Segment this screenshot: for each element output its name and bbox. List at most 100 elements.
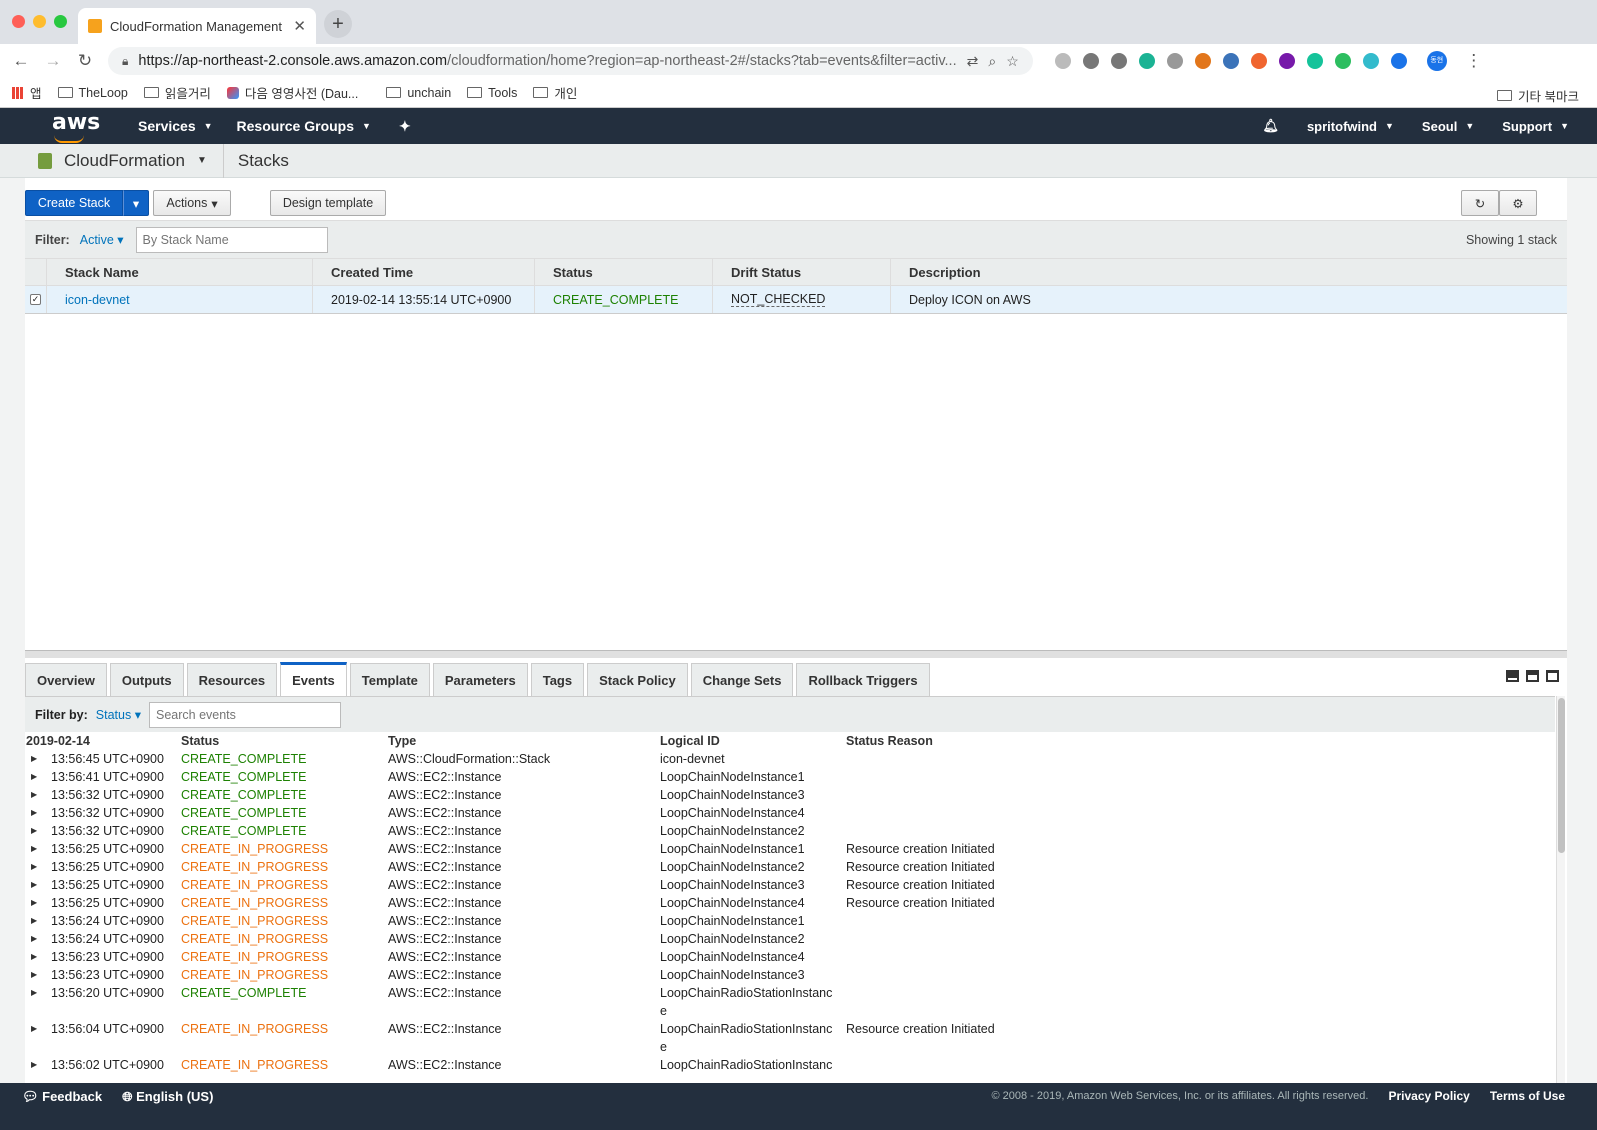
expand-triangle-icon[interactable]: ▶ <box>31 1056 37 1074</box>
create-stack-button[interactable]: Create Stack <box>25 190 123 216</box>
event-row[interactable]: ▶ 13:56:32 UTC+0900 CREATE_COMPLETE AWS::EC… <box>25 804 1555 822</box>
url-text[interactable]: https://ap-northeast-2.console.aws.amazo… <box>138 53 956 69</box>
event-row[interactable]: ▶ 13:56:32 UTC+0900 CREATE_COMPLETE AWS::EC… <box>25 822 1555 840</box>
drift-status[interactable]: NOT_CHECKED <box>713 286 891 313</box>
support-menu[interactable]: Support ▼ <box>1502 119 1569 134</box>
table-row[interactable]: ✓ icon-devnet 2019-02-14 13:55:14 UTC+09… <box>25 286 1567 314</box>
event-row[interactable]: ▶ 13:56:25 UTC+0900 CREATE_IN_PROGRESS AWS:… <box>25 858 1555 876</box>
bookmark-star-icon[interactable]: ☆ <box>1006 53 1019 70</box>
column-header[interactable]: Description <box>891 259 1567 285</box>
expand-triangle-icon[interactable]: ▶ <box>31 930 37 948</box>
event-row[interactable]: ▶ 13:56:32 UTC+0900 CREATE_COMPLETE AWS::EC… <box>25 786 1555 804</box>
event-row[interactable]: ▶ 13:56:25 UTC+0900 CREATE_IN_PROGRESS AWS:… <box>25 876 1555 894</box>
event-row[interactable]: ▶ 13:56:25 UTC+0900 CREATE_IN_PROGRESS AWS:… <box>25 894 1555 912</box>
event-row[interactable]: ▶ 13:56:23 UTC+0900 CREATE_IN_PROGRESS AWS:… <box>25 966 1555 984</box>
expand-triangle-icon[interactable]: ▶ <box>31 1020 37 1038</box>
expand-triangle-icon[interactable]: ▶ <box>31 966 37 984</box>
extension-icon[interactable] <box>1362 53 1379 69</box>
scrollbar-thumb[interactable] <box>1558 698 1565 853</box>
bookmark-unchain[interactable]: unchain <box>386 86 451 100</box>
close-tab-icon[interactable]: ✕ <box>293 17 306 35</box>
column-header[interactable]: Stack Name <box>47 259 313 285</box>
expand-triangle-icon[interactable]: ▶ <box>31 876 37 894</box>
expand-triangle-icon[interactable]: ▶ <box>31 822 37 840</box>
reload-icon[interactable]: ↻ <box>72 51 98 71</box>
tab-rollback-triggers[interactable]: Rollback Triggers <box>796 663 930 696</box>
refresh-icon[interactable]: ↻ <box>1461 190 1499 216</box>
tab-overview[interactable]: Overview <box>25 663 107 696</box>
bookmark-reading[interactable]: 읽을거리 <box>143 83 211 102</box>
account-menu[interactable]: spritofwind ▼ <box>1307 119 1394 134</box>
design-template-button[interactable]: Design template <box>270 190 386 216</box>
filter-status-dropdown[interactable]: Active ▾ <box>80 232 124 247</box>
expand-triangle-icon[interactable]: ▶ <box>31 804 37 822</box>
extension-icon[interactable] <box>1222 53 1239 69</box>
event-row[interactable]: ▶ 13:56:02 UTC+0900 CREATE_IN_PROGRESS AWS:… <box>25 1056 1555 1074</box>
bookmark-tools[interactable]: Tools <box>467 86 517 100</box>
zoom-icon[interactable]: ⌕ <box>988 53 996 70</box>
back-icon[interactable]: ← <box>8 51 34 71</box>
privacy-policy-link[interactable]: Privacy Policy <box>1388 1089 1469 1103</box>
address-bar[interactable]: 🔒︎ https://ap-northeast-2.console.aws.am… <box>108 47 1033 75</box>
tab-outputs[interactable]: Outputs <box>109 663 184 696</box>
event-row[interactable]: ▶ 13:56:20 UTC+0900 CREATE_COMPLETE AWS::EC… <box>25 984 1555 1020</box>
row-checkbox[interactable]: ✓ <box>25 286 47 313</box>
event-row[interactable]: ▶ 13:56:24 UTC+0900 CREATE_IN_PROGRESS AWS:… <box>25 912 1555 930</box>
event-row[interactable]: ▶ 13:56:04 UTC+0900 CREATE_IN_PROGRESS AWS:… <box>25 1020 1555 1056</box>
extension-icon[interactable] <box>1278 53 1295 69</box>
aws-logo[interactable]: aws <box>52 112 102 143</box>
profile-avatar[interactable]: 동현 <box>1426 51 1447 71</box>
stack-name-search-input[interactable] <box>135 226 328 253</box>
extension-icon[interactable] <box>1334 53 1351 69</box>
expand-triangle-icon[interactable]: ▶ <box>31 948 37 966</box>
extension-icon[interactable] <box>1082 53 1099 69</box>
create-stack-dropdown-icon[interactable]: ▾ <box>123 190 149 216</box>
browser-menu-icon[interactable]: ⋮ <box>1461 51 1487 71</box>
bookmark-other[interactable]: 기타 북마크 <box>1497 86 1579 105</box>
notifications-bell-icon[interactable]: 🔔︎ <box>1262 118 1279 134</box>
maximize-window-button[interactable] <box>54 15 67 28</box>
stack-name-link[interactable]: icon-devnet <box>47 286 313 313</box>
column-header[interactable]: Drift Status <box>713 259 891 285</box>
close-window-button[interactable] <box>12 15 25 28</box>
bookmark-apps[interactable]: 앱 <box>12 83 42 102</box>
resource-groups-menu[interactable]: Resource Groups ▼ <box>237 118 371 134</box>
tab-tags[interactable]: Tags <box>530 663 585 696</box>
service-menu[interactable]: CloudFormation ▼ <box>38 143 224 178</box>
region-menu[interactable]: Seoul ▼ <box>1422 119 1474 134</box>
expand-triangle-icon[interactable]: ▶ <box>31 894 37 912</box>
event-row[interactable]: ▶ 13:56:24 UTC+0900 CREATE_IN_PROGRESS AWS:… <box>25 930 1555 948</box>
panel-half-icon[interactable] <box>1526 670 1539 682</box>
feedback-link[interactable]: 💬︎ Feedback <box>22 1089 102 1105</box>
services-menu[interactable]: Services ▼ <box>138 118 213 134</box>
pin-icon[interactable]: ✦ <box>399 118 411 135</box>
expand-triangle-icon[interactable]: ▶ <box>31 858 37 876</box>
expand-triangle-icon[interactable]: ▶ <box>31 840 37 858</box>
tab-events[interactable]: Events <box>280 662 347 696</box>
browser-tab[interactable]: CloudFormation Management C ✕ <box>78 8 316 44</box>
actions-button[interactable]: Actions ▾ <box>153 190 231 216</box>
expand-triangle-icon[interactable]: ▶ <box>31 984 37 1002</box>
expand-triangle-icon[interactable]: ▶ <box>31 750 37 768</box>
extension-icon[interactable] <box>1166 53 1183 69</box>
expand-triangle-icon[interactable]: ▶ <box>31 786 37 804</box>
language-selector[interactable]: 🌐︎ English (US) <box>122 1089 213 1105</box>
tab-change-sets[interactable]: Change Sets <box>690 663 794 696</box>
panel-min-icon[interactable] <box>1506 670 1519 682</box>
events-scrollbar[interactable] <box>1556 696 1565 1083</box>
events-search-input[interactable] <box>148 701 341 728</box>
tab-parameters[interactable]: Parameters <box>432 663 528 696</box>
extension-icon[interactable] <box>1306 53 1323 69</box>
minimize-window-button[interactable] <box>33 15 46 28</box>
event-row[interactable]: ▶ 13:56:45 UTC+0900 CREATE_COMPLETE AWS::Cl… <box>25 750 1555 768</box>
extension-icon[interactable] <box>1110 53 1127 69</box>
terms-of-use-link[interactable]: Terms of Use <box>1490 1089 1565 1103</box>
extension-icon[interactable] <box>1250 53 1267 69</box>
extension-icon[interactable] <box>1390 53 1407 69</box>
tab-stack-policy[interactable]: Stack Policy <box>587 663 688 696</box>
column-header[interactable]: Status <box>535 259 713 285</box>
bookmark-personal[interactable]: 개인 <box>533 83 577 102</box>
tab-template[interactable]: Template <box>349 663 430 696</box>
panel-splitter[interactable] <box>25 650 1567 658</box>
event-row[interactable]: ▶ 13:56:41 UTC+0900 CREATE_COMPLETE AWS::EC… <box>25 768 1555 786</box>
